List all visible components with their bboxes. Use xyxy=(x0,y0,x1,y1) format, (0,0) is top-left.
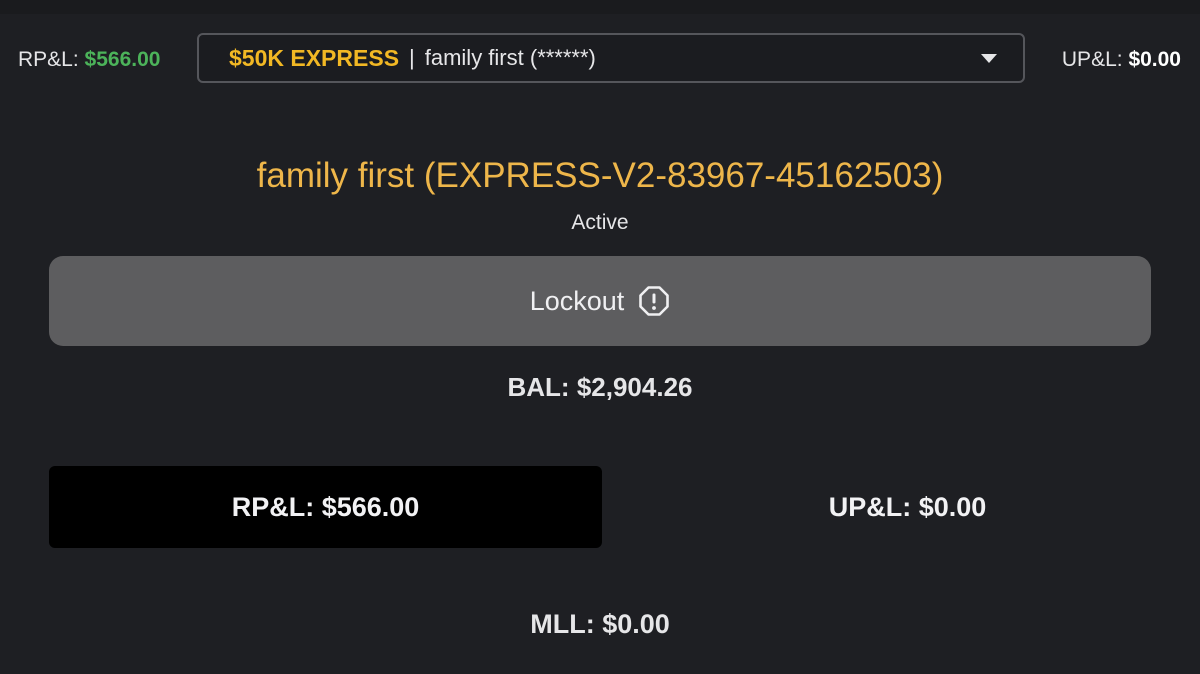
upl-panel-text: UP&L: $0.00 xyxy=(828,491,987,522)
header-upl-value: $0.00 xyxy=(1128,48,1181,71)
caret-down-icon[interactable] xyxy=(981,54,997,63)
lockout-button[interactable]: Lockout xyxy=(49,256,1151,346)
header-upl-label: UP&L: xyxy=(1061,48,1123,71)
header-rpl: RP&L: $566.00 xyxy=(18,46,160,74)
account-select-dropdown[interactable]: $50K EXPRESS | family first (******) xyxy=(197,33,1025,83)
header-rpl-value: $566.00 xyxy=(84,48,161,71)
header-upl: UP&L: $0.00 xyxy=(1062,46,1181,74)
mll: MLL: $0.00 xyxy=(530,609,670,639)
alert-octagon-icon xyxy=(638,285,670,317)
account-status: Active xyxy=(571,211,629,234)
rpl-panel-text: RP&L: $566.00 xyxy=(231,491,420,522)
rpl-panel[interactable]: RP&L: $566.00 xyxy=(49,466,602,548)
upl-panel[interactable]: UP&L: $0.00 xyxy=(615,466,1200,548)
account-select-name: family first (******) xyxy=(424,45,596,70)
account-title: family first (EXPRESS-V2-83967-45162503) xyxy=(256,156,944,195)
top-strip xyxy=(0,0,1200,14)
balance: BAL: $2,904.26 xyxy=(507,372,693,402)
account-separator: | xyxy=(409,45,415,70)
lockout-label: Lockout xyxy=(529,285,625,316)
account-plan: $50K EXPRESS xyxy=(229,44,400,71)
header-rpl-label: RP&L: xyxy=(18,48,79,71)
